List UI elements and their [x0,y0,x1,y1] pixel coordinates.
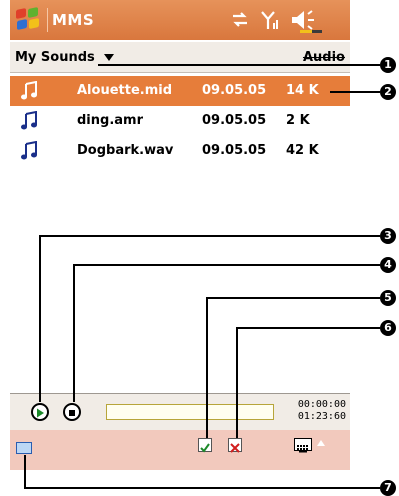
play-icon [37,408,44,418]
windows-start-icon[interactable] [16,6,42,32]
keyboard-keys [297,445,308,453]
elapsed-time: 00:00:00 [297,399,346,410]
file-size: 14 K [286,83,319,98]
music-note-icon [21,81,37,100]
file-name: Dogbark.wav [77,143,174,158]
list-item[interactable]: Alouette.mid 09.05.05 14 K [10,76,350,106]
callout-3: 3 [380,228,396,244]
folder-dropdown[interactable]: My Sounds [15,50,95,65]
file-size: 42 K [286,143,319,158]
callout-6: 6 [380,320,396,336]
title-separator [47,8,48,32]
list-item[interactable]: Dogbark.wav 09.05.05 42 K [10,136,350,166]
connectivity-icon[interactable] [230,10,250,30]
file-name: Alouette.mid [77,83,173,98]
music-note-icon [21,111,37,130]
callout-5: 5 [380,290,396,306]
cancel-button[interactable] [228,438,242,453]
leader-line-7 [24,487,380,489]
file-date: 09.05.05 [202,113,267,128]
volume-icon[interactable] [290,8,330,34]
file-date: 09.05.05 [202,143,267,158]
seek-bar[interactable] [106,404,274,420]
leader-line-6 [236,327,380,329]
file-name: ding.amr [77,113,143,128]
flag-red [16,7,26,20]
menu-bar [10,430,350,470]
file-list: Alouette.mid 09.05.05 14 K ding.amr 09.0… [10,76,350,166]
chevron-up-icon[interactable] [317,440,325,446]
stop-button[interactable] [63,403,81,421]
folder-header: My Sounds Audio [10,42,350,73]
callout-1: 1 [380,57,396,73]
leader-line-4v [73,264,75,402]
callout-2: 2 [380,84,396,100]
checkmark-icon [200,443,210,453]
stop-icon [69,410,75,416]
chevron-down-icon[interactable] [104,54,114,61]
play-button[interactable] [31,403,49,421]
signal-icon[interactable] [260,9,280,31]
flag-blue [17,18,27,31]
total-time: 01:23:60 [297,411,346,422]
leader-line-2 [330,91,380,93]
flag-yellow [29,17,39,30]
leader-line-4 [73,264,380,266]
keyboard-icon[interactable] [294,438,312,453]
file-size: 2 K [286,113,310,128]
time-readout: 00:00:00 01:23:60 [298,399,346,423]
leader-line-7v [24,455,26,489]
x-icon [230,443,240,453]
leader-line-6v [236,327,238,438]
music-note-icon [21,141,37,160]
list-item[interactable]: ding.amr 09.05.05 2 K [10,106,350,136]
callout-4: 4 [380,257,396,273]
input-panel-icon[interactable] [16,442,32,454]
leader-line-5 [206,297,380,299]
callout-7: 7 [380,480,396,496]
leader-line-1 [98,64,380,66]
leader-line-3v [39,235,41,402]
ok-button[interactable] [198,438,212,453]
app-title: MMS [52,11,95,29]
leader-line-5v [206,297,208,438]
flag-green [28,6,38,19]
leader-line-3 [39,235,380,237]
player-bar: 00:00:00 01:23:60 [10,393,350,430]
view-label[interactable]: Audio [303,50,345,65]
title-bar: MMS [10,0,350,40]
file-date: 09.05.05 [202,83,267,98]
